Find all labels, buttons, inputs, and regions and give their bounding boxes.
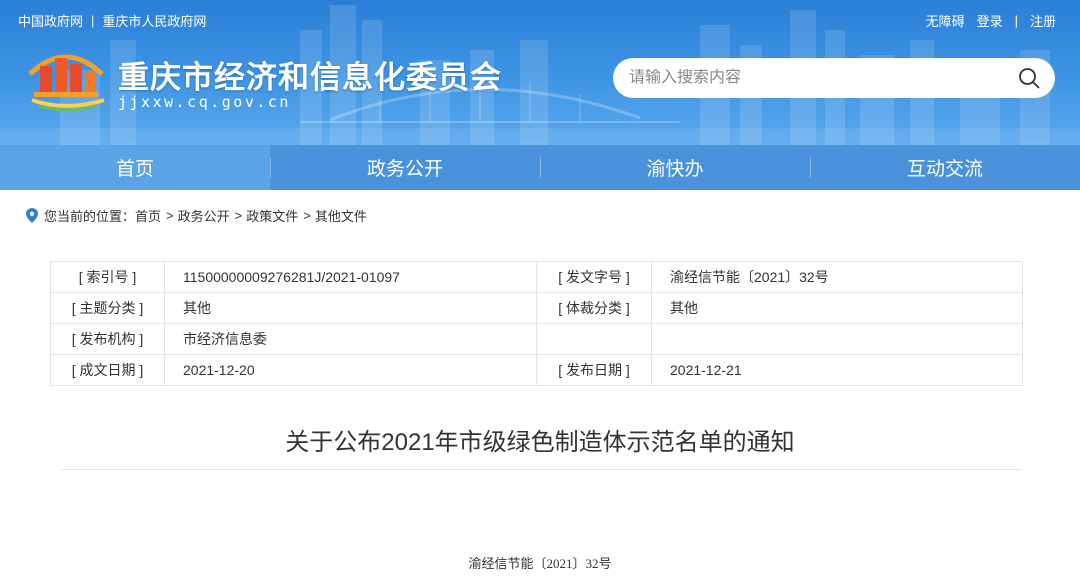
- label-genre: [ 体裁分类 ]: [536, 292, 652, 324]
- site-domain: jjxxw.cq.gov.cn: [118, 93, 291, 111]
- top-links: 中国政府网 | 重庆市人民政府网: [18, 11, 206, 30]
- site-title: 重庆市经济和信息化委员会: [118, 60, 502, 95]
- value-empty: [651, 323, 1023, 355]
- register-link[interactable]: 注册: [1030, 11, 1056, 30]
- search-icon[interactable]: [1017, 66, 1041, 90]
- link-cq-gov[interactable]: 重庆市人民政府网: [102, 11, 206, 30]
- location-pin-icon: [26, 208, 38, 223]
- breadcrumb-separator: >: [234, 208, 243, 223]
- breadcrumb-separator: >: [303, 208, 311, 223]
- breadcrumb-separator: >: [166, 208, 174, 223]
- main-nav: 首页 政务公开 渝快办 互动交流: [0, 145, 1080, 190]
- value-index-no: 11500000009276281J/2021-01097: [164, 261, 537, 293]
- breadcrumb-other-docs[interactable]: 其他文件: [315, 206, 367, 225]
- value-issuer: 市经济信息委: [164, 323, 537, 355]
- nav-item-interaction[interactable]: 互动交流: [810, 145, 1080, 190]
- document-info-table: [ 索引号 ] 11500000009276281J/2021-01097 [ …: [50, 261, 1023, 386]
- table-row: [ 索引号 ] 11500000009276281J/2021-01097 [ …: [50, 261, 1023, 293]
- breadcrumb: 您当前的位置： 首页 > 政务公开 > 政策文件 > 其他文件: [26, 206, 367, 225]
- accessibility-link[interactable]: 无障碍: [926, 11, 965, 30]
- article-doc-number: 渝经信节能〔2021〕32号: [468, 556, 612, 571]
- table-row: [ 发布机构 ] 市经济信息委: [50, 323, 1023, 355]
- nav-item-home[interactable]: 首页: [0, 145, 270, 190]
- search-box: [613, 58, 1055, 98]
- value-written-date: 2021-12-20: [164, 354, 537, 386]
- label-publish-date: [ 发布日期 ]: [536, 354, 652, 386]
- link-gov-cn[interactable]: 中国政府网: [18, 11, 83, 30]
- site-logo[interactable]: [24, 44, 108, 112]
- breadcrumb-policy-docs[interactable]: 政策文件: [246, 206, 298, 225]
- breadcrumb-prefix: 您当前的位置：: [44, 209, 136, 224]
- breadcrumb-gov-affairs[interactable]: 政务公开: [178, 206, 230, 225]
- label-topic: [ 主题分类 ]: [50, 292, 165, 324]
- breadcrumb-home[interactable]: 首页: [135, 206, 161, 225]
- separator: |: [91, 13, 95, 28]
- article-title: 关于公布2021年市级绿色制造体示范名单的通知: [285, 429, 795, 456]
- value-topic: 其他: [164, 292, 537, 324]
- label-doc-no: [ 发文字号 ]: [536, 261, 652, 293]
- value-publish-date: 2021-12-21: [651, 354, 1023, 386]
- nav-item-gov-affairs[interactable]: 政务公开: [270, 145, 540, 190]
- label-written-date: [ 成文日期 ]: [50, 354, 165, 386]
- header-banner: 中国政府网 | 重庆市人民政府网 无障碍 登录 | 注册 重庆市经济和信息化委员…: [0, 0, 1080, 145]
- value-genre: 其他: [651, 292, 1023, 324]
- separator: |: [1014, 13, 1018, 28]
- table-row: [ 主题分类 ] 其他 [ 体裁分类 ] 其他: [50, 292, 1023, 324]
- search-input[interactable]: [629, 69, 1017, 87]
- title-divider: [60, 469, 1022, 470]
- label-empty: [536, 323, 652, 355]
- label-index-no: [ 索引号 ]: [50, 261, 165, 293]
- table-row: [ 成文日期 ] 2021-12-20 [ 发布日期 ] 2021-12-21: [50, 354, 1023, 386]
- label-issuer: [ 发布机构 ]: [50, 323, 165, 355]
- user-links: 无障碍 登录 | 注册: [926, 11, 1056, 30]
- value-doc-no: 渝经信节能〔2021〕32号: [651, 261, 1023, 293]
- login-link[interactable]: 登录: [977, 11, 1003, 30]
- nav-item-yukuaiban[interactable]: 渝快办: [540, 145, 810, 190]
